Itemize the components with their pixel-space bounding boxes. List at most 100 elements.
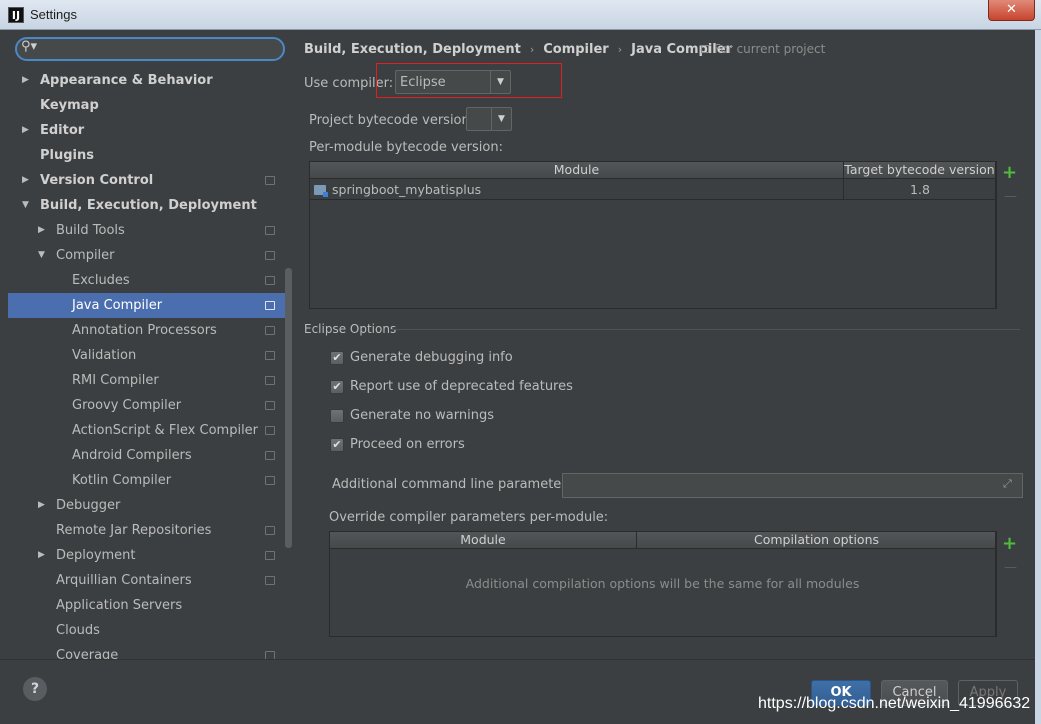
remove-icon[interactable]: —: [1004, 190, 1017, 203]
sidebar-item-build-execution-deployment[interactable]: ▼ Build, Execution, Deployment: [8, 193, 285, 218]
expand-icon[interactable]: ⤢: [1003, 477, 1012, 491]
chevron-right-icon[interactable]: ▶: [22, 168, 29, 193]
checkbox-label: Report use of deprecated features: [350, 379, 573, 394]
window-title: Settings: [30, 7, 77, 22]
column-header-compilation-options[interactable]: Compilation options: [637, 532, 996, 549]
window-close-button[interactable]: ✕: [988, 0, 1035, 21]
chevron-right-icon[interactable]: ▶: [38, 543, 45, 568]
project-scope-icon: [265, 251, 275, 260]
sidebar-item-label: Groovy Compiler: [72, 398, 182, 413]
sidebar-item-label: Compiler: [56, 248, 115, 263]
add-icon[interactable]: +: [1002, 164, 1017, 182]
table-header: Module Compilation options: [330, 532, 995, 549]
module-table-toolbar: + —: [996, 161, 1021, 309]
settings-search[interactable]: ⚲▾: [15, 37, 285, 61]
highlight-annotation-box: [376, 63, 562, 98]
project-scope-icon: [265, 176, 275, 185]
sidebar-item-validation[interactable]: Validation: [8, 343, 285, 368]
chevron-down-icon[interactable]: ▼: [38, 243, 45, 268]
sidebar-item-debugger[interactable]: ▶ Debugger: [8, 493, 285, 518]
sidebar-item-groovy-compiler[interactable]: Groovy Compiler: [8, 393, 285, 418]
sidebar-item-appearance-behavior[interactable]: ▶ Appearance & Behavior: [8, 68, 285, 93]
sidebar-item-label: Deployment: [56, 548, 136, 563]
chevron-right-icon[interactable]: ▶: [22, 118, 29, 143]
chevron-down-icon[interactable]: ▼: [491, 108, 511, 130]
checkbox[interactable]: ✔: [330, 380, 344, 394]
chevron-right-icon[interactable]: ▶: [22, 68, 29, 93]
sidebar-item-deployment[interactable]: ▶ Deployment: [8, 543, 285, 568]
bytecode-version-label: Project bytecode version:: [309, 113, 475, 128]
sidebar-item-android-compilers[interactable]: Android Compilers: [8, 443, 285, 468]
sidebar-item-editor[interactable]: ▶ Editor: [8, 118, 285, 143]
sidebar-item-clouds[interactable]: Clouds: [8, 618, 285, 643]
empty-table-message: Additional compilation options will be t…: [465, 576, 860, 591]
remove-icon[interactable]: —: [1004, 561, 1017, 574]
sidebar-item-excludes[interactable]: Excludes: [8, 268, 285, 293]
sidebar-item-version-control[interactable]: ▶ Version Control: [8, 168, 285, 193]
sidebar-item-build-tools[interactable]: ▶ Build Tools: [8, 218, 285, 243]
module-bytecode-table: Module Target bytecode version springboo…: [309, 161, 996, 309]
section-divider: [390, 329, 1020, 330]
sidebar-item-keymap[interactable]: Keymap: [8, 93, 285, 118]
sidebar-item-label: Remote Jar Repositories: [56, 523, 212, 538]
project-scope-icon: [265, 326, 275, 335]
sidebar-item-rmi-compiler[interactable]: RMI Compiler: [8, 368, 285, 393]
project-scope-icon: [265, 651, 275, 659]
checkbox-label: Generate no warnings: [350, 408, 495, 423]
override-table-toolbar: + —: [996, 531, 1021, 637]
column-header-module[interactable]: Module: [330, 532, 637, 549]
sidebar-item-application-servers[interactable]: Application Servers: [8, 593, 285, 618]
sidebar-item-label: Excludes: [72, 273, 130, 288]
per-module-label: Per-module bytecode version:: [309, 140, 503, 155]
sidebar-item-coverage[interactable]: Coverage: [8, 643, 285, 659]
search-input[interactable]: [45, 40, 275, 58]
breadcrumb-item: Build, Execution, Deployment: [304, 42, 521, 57]
column-header-module[interactable]: Module: [310, 162, 844, 179]
sidebar-item-annotation-processors[interactable]: Annotation Processors: [8, 318, 285, 343]
add-icon[interactable]: +: [1002, 535, 1017, 553]
sidebar-item-plugins[interactable]: Plugins: [8, 143, 285, 168]
sidebar-item-label: Build Tools: [56, 223, 125, 238]
checkbox[interactable]: ✔: [330, 438, 344, 452]
module-name: springboot_mybatisplus: [332, 182, 482, 197]
sidebar-item-arquillian-containers[interactable]: Arquillian Containers: [8, 568, 285, 593]
project-scope-icon: [265, 376, 275, 385]
project-scope-icon: [265, 301, 275, 310]
sidebar-item-label: Build, Execution, Deployment: [40, 198, 257, 213]
eclipse-options-title: Eclipse Options: [304, 322, 397, 336]
project-scope-icon: [265, 576, 275, 585]
settings-tree: ▶ Appearance & Behavior Keymap ▶ Editor Plugi…: [8, 68, 285, 659]
bytecode-version-select[interactable]: ▼: [466, 107, 512, 131]
sidebar-item-label: Android Compilers: [72, 448, 192, 463]
chevron-right-icon[interactable]: ▶: [38, 493, 45, 518]
sidebar-item-kotlin-compiler[interactable]: Kotlin Compiler: [8, 468, 285, 493]
project-scope-icon: [265, 451, 275, 460]
additional-params-input[interactable]: [562, 473, 1023, 498]
window-title-bar: IJ Settings ✕: [0, 0, 1041, 30]
column-header-target-version[interactable]: Target bytecode version: [844, 162, 996, 179]
chevron-down-icon[interactable]: ▼: [22, 193, 29, 218]
additional-params-label: Additional command line parameters:: [332, 477, 578, 492]
sidebar-scrollbar-thumb[interactable]: [285, 268, 292, 548]
sidebar-scrollbar[interactable]: [285, 30, 293, 659]
sidebar-item-label: Editor: [40, 123, 85, 138]
sidebar-item-label: Arquillian Containers: [56, 573, 192, 588]
project-scope-icon: [265, 226, 275, 235]
sidebar-item-label: Kotlin Compiler: [72, 473, 172, 488]
target-version-cell[interactable]: 1.8: [844, 179, 996, 200]
chevron-right-icon[interactable]: ▶: [38, 218, 45, 243]
sidebar-item-label: Keymap: [40, 98, 99, 113]
checkbox[interactable]: [330, 409, 344, 423]
breadcrumb-separator: ›: [529, 43, 535, 56]
sidebar-item-remote-jar-repositories[interactable]: Remote Jar Repositories: [8, 518, 285, 543]
sidebar-item-compiler[interactable]: ▼ Compiler: [8, 243, 285, 268]
project-scope-icon: [265, 276, 275, 285]
sidebar-item-actionscript-flex-compiler[interactable]: ActionScript & Flex Compiler: [8, 418, 285, 443]
table-row[interactable]: springboot_mybatisplus: [310, 179, 844, 200]
window-frame-left: [0, 30, 8, 659]
checkbox[interactable]: ✔: [330, 351, 344, 365]
help-button[interactable]: ?: [23, 677, 47, 701]
sidebar-item-java-compiler[interactable]: Java Compiler: [8, 293, 285, 318]
scope-label: For current project: [714, 42, 826, 56]
override-params-label: Override compiler parameters per-module:: [329, 510, 609, 525]
